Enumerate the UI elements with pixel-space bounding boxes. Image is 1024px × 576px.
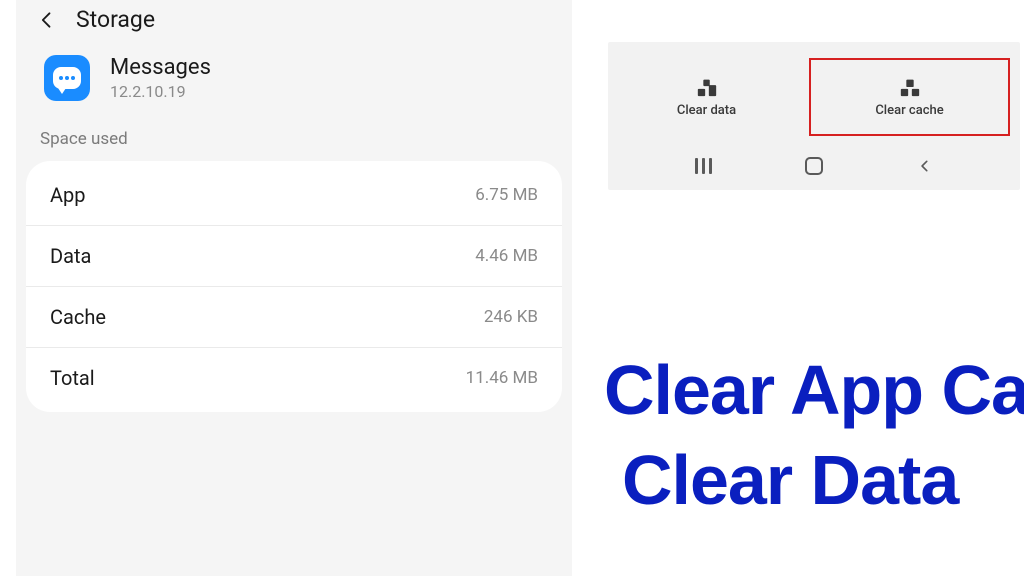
- row-value: 6.75 MB: [475, 185, 538, 205]
- action-label: Clear cache: [875, 103, 943, 118]
- storage-card: App 6.75 MB Data 4.46 MB Cache 246 KB To…: [26, 161, 562, 412]
- nav-back-button[interactable]: [905, 151, 945, 181]
- header: Storage: [16, 0, 572, 35]
- back-icon: [918, 159, 932, 173]
- storage-row-total: Total 11.46 MB: [26, 348, 562, 408]
- storage-row-data[interactable]: Data 4.46 MB: [26, 226, 562, 287]
- nav-recents-button[interactable]: [683, 151, 723, 181]
- row-label: Total: [50, 366, 95, 390]
- storage-row-app[interactable]: App 6.75 MB: [26, 165, 562, 226]
- android-nav-bar: [608, 142, 1020, 190]
- storage-settings-panel: Storage Messages 12.2.10.19 Space used A…: [16, 0, 572, 576]
- overlay-caption-1: Clear App Cache: [604, 350, 1024, 430]
- row-label: Data: [50, 244, 91, 268]
- clear-cache-icon: [899, 77, 921, 97]
- action-label: Clear data: [677, 103, 736, 118]
- row-label: App: [50, 183, 86, 207]
- page-title: Storage: [76, 6, 155, 33]
- clear-data-button[interactable]: Clear data: [608, 52, 805, 142]
- row-value: 4.46 MB: [475, 246, 538, 266]
- action-bar-panel: Clear data Clear cache: [608, 42, 1020, 190]
- row-label: Cache: [50, 305, 106, 329]
- row-value: 11.46 MB: [466, 368, 538, 388]
- messages-app-icon: [44, 55, 90, 101]
- back-icon[interactable]: [36, 9, 58, 31]
- section-label: Space used: [16, 129, 572, 161]
- app-meta: Messages 12.2.10.19: [110, 55, 211, 101]
- app-info: Messages 12.2.10.19: [16, 35, 572, 129]
- home-icon: [805, 157, 823, 175]
- clear-cache-button[interactable]: Clear cache: [809, 58, 1010, 136]
- overlay-caption-2: Clear Data: [622, 440, 958, 520]
- row-value: 246 KB: [484, 307, 538, 327]
- clear-data-icon: [696, 77, 718, 97]
- action-bar: Clear data Clear cache: [608, 42, 1020, 142]
- app-name: Messages: [110, 55, 211, 80]
- nav-home-button[interactable]: [794, 151, 834, 181]
- app-version: 12.2.10.19: [110, 82, 211, 101]
- storage-row-cache[interactable]: Cache 246 KB: [26, 287, 562, 348]
- recents-icon: [695, 158, 712, 174]
